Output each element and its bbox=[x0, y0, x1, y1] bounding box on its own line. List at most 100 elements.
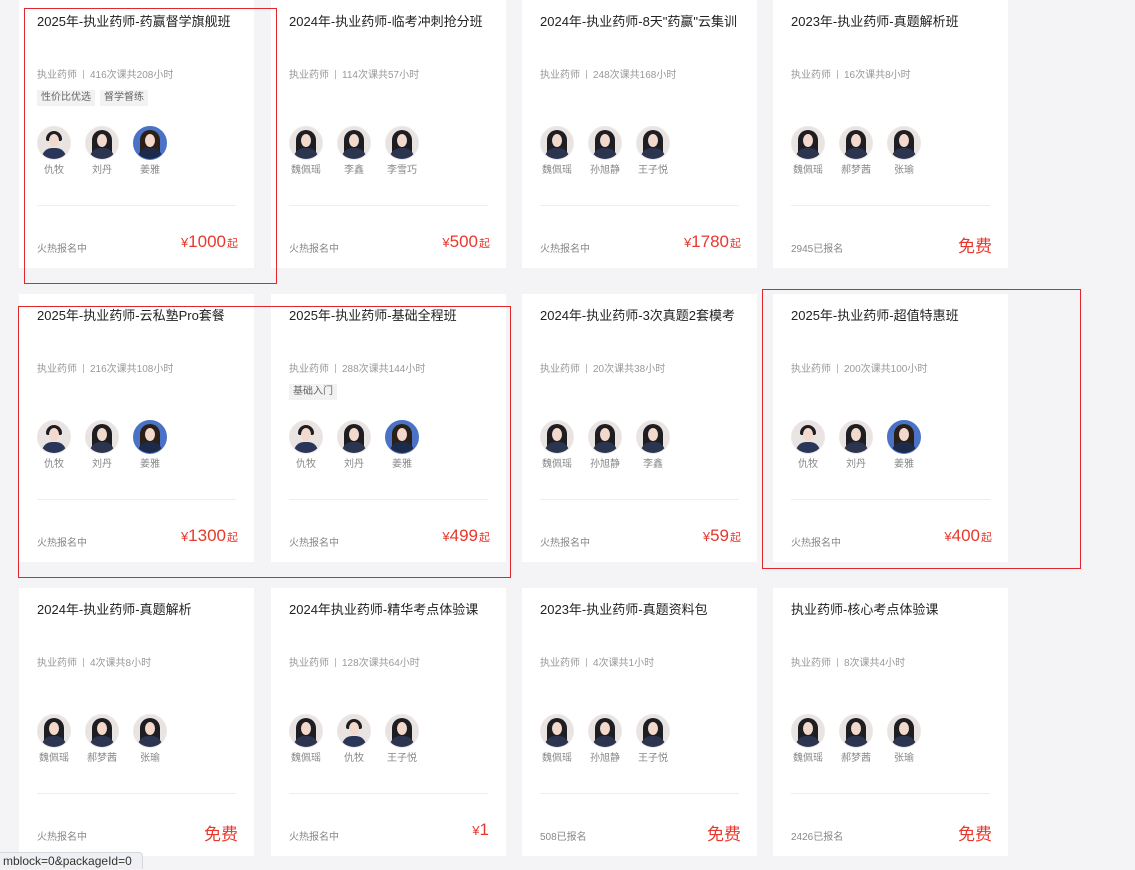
teacher-item[interactable]: 仇牧 bbox=[37, 126, 71, 176]
teacher-avatar[interactable] bbox=[839, 126, 873, 160]
course-title[interactable]: 执业药师-核心考点体验课 bbox=[791, 601, 996, 619]
teacher-avatar[interactable] bbox=[337, 126, 371, 160]
teacher-item[interactable]: 刘丹 bbox=[85, 126, 119, 176]
teacher-item[interactable]: 仇牧 bbox=[289, 420, 323, 470]
teacher-avatar[interactable] bbox=[540, 420, 574, 454]
teacher-avatar[interactable] bbox=[887, 126, 921, 160]
teacher-avatar[interactable] bbox=[337, 714, 371, 748]
teacher-avatar[interactable] bbox=[791, 714, 825, 748]
course-card[interactable]: 2024年-执业药师-8天"药赢"云集训 执业药师 248次课共168小时 魏佩瑶 孙旭… bbox=[522, 0, 757, 268]
teacher-avatar[interactable] bbox=[133, 420, 167, 454]
course-title[interactable]: 2025年-执业药师-云私塾Pro套餐 bbox=[37, 307, 242, 325]
teacher-item[interactable]: 孙旭静 bbox=[588, 126, 622, 176]
teacher-item[interactable]: 姜雅 bbox=[385, 420, 419, 470]
teacher-avatar[interactable] bbox=[385, 714, 419, 748]
teacher-item[interactable]: 魏佩瑶 bbox=[37, 714, 71, 764]
course-title[interactable]: 2024年执业药师-精华考点体验课 bbox=[289, 601, 494, 619]
course-card[interactable]: 2025年-执业药师-云私塾Pro套餐 执业药师 216次课共108小时 仇牧 刘丹 姜雅… bbox=[19, 294, 254, 562]
teacher-item[interactable]: 刘丹 bbox=[85, 420, 119, 470]
teacher-avatar[interactable] bbox=[85, 126, 119, 160]
teacher-item[interactable]: 仇牧 bbox=[791, 420, 825, 470]
course-card[interactable]: 2024年-执业药师-临考冲刺抢分班 执业药师 114次课共57小时 魏佩瑶 李鑫 李雪巧… bbox=[271, 0, 506, 268]
teacher-item[interactable]: 王子悦 bbox=[385, 714, 419, 764]
teacher-avatar[interactable] bbox=[887, 714, 921, 748]
teacher-avatar[interactable] bbox=[37, 420, 71, 454]
teacher-avatar[interactable] bbox=[588, 714, 622, 748]
teacher-item[interactable]: 姜雅 bbox=[133, 420, 167, 470]
teacher-item[interactable]: 张瑜 bbox=[887, 126, 921, 176]
course-title[interactable]: 2024年-执业药师-临考冲刺抢分班 bbox=[289, 13, 494, 31]
course-card[interactable]: 2024年-执业药师-3次真题2套模考 执业药师 20次课共38小时 魏佩瑶 孙旭静 李鑫… bbox=[522, 294, 757, 562]
teacher-avatar[interactable] bbox=[133, 126, 167, 160]
card-divider bbox=[540, 205, 739, 206]
teacher-avatar[interactable] bbox=[385, 420, 419, 454]
teacher-avatar[interactable] bbox=[887, 420, 921, 454]
teacher-avatar[interactable] bbox=[791, 420, 825, 454]
course-card[interactable]: 2025年-执业药师-基础全程班 执业药师 288次课共144小时 基础入门 仇牧 刘丹 姜… bbox=[271, 294, 506, 562]
teacher-item[interactable]: 张瑜 bbox=[887, 714, 921, 764]
course-card[interactable]: 2024年-执业药师-真题解析 执业药师 4次课共8小时 魏佩瑶 郝梦茜 张瑜 火热报名中 免… bbox=[19, 588, 254, 856]
course-title[interactable]: 2025年-执业药师-超值特惠班 bbox=[791, 307, 996, 325]
teacher-item[interactable]: 郝梦茜 bbox=[839, 714, 873, 764]
teacher-item[interactable]: 郝梦茜 bbox=[839, 126, 873, 176]
course-card[interactable]: 2025年-执业药师-药赢督学旗舰班 执业药师 416次课共208小时 性价比优选 督学… bbox=[19, 0, 254, 268]
teacher-item[interactable]: 李鑫 bbox=[636, 420, 670, 470]
course-category: 执业药师 bbox=[289, 658, 329, 669]
teacher-avatar[interactable] bbox=[588, 420, 622, 454]
teacher-item[interactable]: 刘丹 bbox=[839, 420, 873, 470]
course-title[interactable]: 2024年-执业药师-3次真题2套模考 bbox=[540, 307, 745, 325]
teacher-avatar[interactable] bbox=[289, 126, 323, 160]
meta-divider bbox=[586, 364, 587, 373]
teacher-avatar[interactable] bbox=[588, 126, 622, 160]
course-card[interactable]: 2024年执业药师-精华考点体验课 执业药师 128次课共64小时 魏佩瑶 仇牧 王子悦火… bbox=[271, 588, 506, 856]
teacher-item[interactable]: 魏佩瑶 bbox=[791, 714, 825, 764]
teacher-item[interactable]: 魏佩瑶 bbox=[540, 714, 574, 764]
teacher-item[interactable]: 孙旭静 bbox=[588, 420, 622, 470]
course-card[interactable]: 2023年-执业药师-真题解析班 执业药师 16次课共8小时 魏佩瑶 郝梦茜 张瑜 2945… bbox=[773, 0, 1008, 268]
teacher-avatar[interactable] bbox=[636, 126, 670, 160]
teacher-avatar[interactable] bbox=[636, 420, 670, 454]
teacher-item[interactable]: 李雪巧 bbox=[385, 126, 419, 176]
course-card[interactable]: 2025年-执业药师-超值特惠班 执业药师 200次课共100小时 仇牧 刘丹 姜雅 火热报… bbox=[773, 294, 1008, 562]
teacher-item[interactable]: 张瑜 bbox=[133, 714, 167, 764]
course-title[interactable]: 2023年-执业药师-真题解析班 bbox=[791, 13, 996, 31]
teacher-avatar[interactable] bbox=[289, 420, 323, 454]
teacher-item[interactable]: 魏佩瑶 bbox=[540, 126, 574, 176]
course-meta: 执业药师 128次课共64小时 bbox=[289, 654, 420, 669]
teacher-avatar[interactable] bbox=[540, 714, 574, 748]
teacher-item[interactable]: 李鑫 bbox=[337, 126, 371, 176]
course-card[interactable]: 2023年-执业药师-真题资料包 执业药师 4次课共1小时 魏佩瑶 孙旭静 王子悦 508已… bbox=[522, 588, 757, 856]
teacher-avatar[interactable] bbox=[85, 420, 119, 454]
teacher-avatar[interactable] bbox=[37, 714, 71, 748]
teacher-item[interactable]: 魏佩瑶 bbox=[791, 126, 825, 176]
teacher-avatar[interactable] bbox=[839, 420, 873, 454]
teacher-item[interactable]: 魏佩瑶 bbox=[289, 714, 323, 764]
teacher-avatar[interactable] bbox=[337, 420, 371, 454]
teacher-avatar[interactable] bbox=[540, 126, 574, 160]
teacher-item[interactable]: 仇牧 bbox=[337, 714, 371, 764]
course-title[interactable]: 2024年-执业药师-真题解析 bbox=[37, 601, 242, 619]
teacher-avatar[interactable] bbox=[85, 714, 119, 748]
teacher-item[interactable]: 王子悦 bbox=[636, 714, 670, 764]
teacher-item[interactable]: 魏佩瑶 bbox=[540, 420, 574, 470]
teacher-avatar[interactable] bbox=[636, 714, 670, 748]
course-title[interactable]: 2025年-执业药师-药赢督学旗舰班 bbox=[37, 13, 242, 31]
teacher-item[interactable]: 仇牧 bbox=[37, 420, 71, 470]
teacher-avatar[interactable] bbox=[289, 714, 323, 748]
course-title[interactable]: 2025年-执业药师-基础全程班 bbox=[289, 307, 494, 325]
teacher-item[interactable]: 孙旭静 bbox=[588, 714, 622, 764]
course-title[interactable]: 2024年-执业药师-8天"药赢"云集训 bbox=[540, 13, 745, 31]
teacher-avatar[interactable] bbox=[385, 126, 419, 160]
teacher-item[interactable]: 魏佩瑶 bbox=[289, 126, 323, 176]
course-card[interactable]: 执业药师-核心考点体验课 执业药师 8次课共4小时 魏佩瑶 郝梦茜 张瑜 2426已报名 免费 bbox=[773, 588, 1008, 856]
teacher-avatar[interactable] bbox=[839, 714, 873, 748]
teacher-item[interactable]: 刘丹 bbox=[337, 420, 371, 470]
teacher-avatar[interactable] bbox=[133, 714, 167, 748]
teacher-avatar[interactable] bbox=[37, 126, 71, 160]
course-title[interactable]: 2023年-执业药师-真题资料包 bbox=[540, 601, 745, 619]
teacher-avatar[interactable] bbox=[791, 126, 825, 160]
teacher-item[interactable]: 王子悦 bbox=[636, 126, 670, 176]
teacher-item[interactable]: 郝梦茜 bbox=[85, 714, 119, 764]
teacher-item[interactable]: 姜雅 bbox=[133, 126, 167, 176]
teacher-item[interactable]: 姜雅 bbox=[887, 420, 921, 470]
